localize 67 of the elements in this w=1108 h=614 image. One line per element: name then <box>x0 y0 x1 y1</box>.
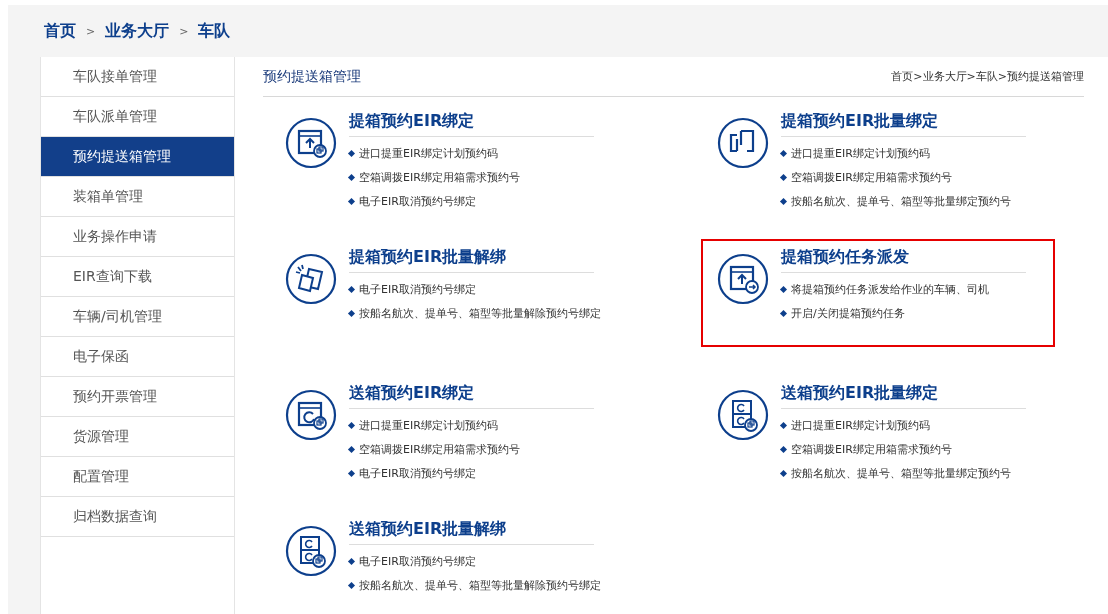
card-title[interactable]: 提箱预约EIR绑定 <box>349 111 594 137</box>
card-title[interactable]: 提箱预约EIR批量解绑 <box>349 247 594 273</box>
bullet-text: 电子EIR取消预约号绑定 <box>359 193 476 209</box>
bullet-text: 开启/关闭提箱预约任务 <box>791 305 905 321</box>
bullet-text: 空箱调拨EIR绑定用箱需求预约号 <box>791 169 952 185</box>
bullet-text: 按船名航次、提单号、箱型等批量解除预约号绑定 <box>359 577 601 593</box>
bullet-icon <box>347 469 356 477</box>
bullet-icon <box>347 557 356 565</box>
card-title[interactable]: 送箱预约EIR批量解绑 <box>349 519 594 545</box>
sidebar-item[interactable]: 预约提送箱管理 <box>41 137 234 177</box>
sidebar-item[interactable]: 车辆/司机管理 <box>41 297 234 337</box>
bullet-icon <box>347 421 356 429</box>
bullet-icon <box>779 285 788 293</box>
stacked-boxes-icon <box>285 525 337 577</box>
bullet-text: 进口提重EIR绑定计划预约码 <box>359 417 498 433</box>
bullet-icon <box>779 197 788 205</box>
sidebar-item[interactable]: 配置管理 <box>41 457 234 497</box>
bullet-text: 进口提重EIR绑定计划预约码 <box>791 417 930 433</box>
papers-icon <box>285 253 337 305</box>
sidebar-item[interactable]: 电子保函 <box>41 337 234 377</box>
sidebar-item[interactable]: 车队接单管理 <box>41 57 234 97</box>
bullet-text: 将提箱预约任务派发给作业的车辆、司机 <box>791 281 989 297</box>
page-path: 首页>业务大厅>车队>预约提送箱管理 <box>891 69 1084 84</box>
sidebar-item[interactable]: 货源管理 <box>41 417 234 457</box>
bullet-icon <box>347 285 356 293</box>
bullet-text: 电子EIR取消预约号绑定 <box>359 465 476 481</box>
breadcrumb-link[interactable]: 车队 <box>198 20 231 42</box>
sidebar-item[interactable]: EIR查询下载 <box>41 257 234 297</box>
bullet-icon <box>779 469 788 477</box>
sidebar-item[interactable]: 预约开票管理 <box>41 377 234 417</box>
bullet-text: 按船名航次、提单号、箱型等批量解除预约号绑定 <box>359 305 601 321</box>
breadcrumb-link[interactable]: 业务大厅 <box>105 20 170 42</box>
card-title[interactable]: 送箱预约EIR批量绑定 <box>781 383 1026 409</box>
breadcrumb-separator: > <box>86 24 96 38</box>
sidebar-item[interactable]: 业务操作申请 <box>41 217 234 257</box>
panel-title: 预约提送箱管理 <box>263 67 361 86</box>
bullet-icon <box>779 309 788 317</box>
bullet-icon <box>347 173 356 181</box>
linked-squares-icon <box>717 117 769 169</box>
breadcrumb-link[interactable]: 首页 <box>44 20 76 42</box>
card-title[interactable]: 提箱预约任务派发 <box>781 247 1026 273</box>
bullet-text: 按船名航次、提单号、箱型等批量绑定预约号 <box>791 465 1011 481</box>
bullet-icon <box>347 197 356 205</box>
bullet-icon <box>347 445 356 453</box>
bullet-text: 电子EIR取消预约号绑定 <box>359 281 476 297</box>
box-upload-icon <box>285 117 337 169</box>
bullet-text: 进口提重EIR绑定计划预约码 <box>359 145 498 161</box>
stacked-boxes-icon <box>717 389 769 441</box>
bullet-icon <box>779 149 788 157</box>
breadcrumb-separator: > <box>179 24 189 38</box>
bullet-text: 按船名航次、提单号、箱型等批量绑定预约号 <box>791 193 1011 209</box>
bullet-icon <box>779 421 788 429</box>
bullet-text: 空箱调拨EIR绑定用箱需求预约号 <box>359 169 520 185</box>
bullet-text: 空箱调拨EIR绑定用箱需求预约号 <box>791 441 952 457</box>
card-title[interactable]: 送箱预约EIR绑定 <box>349 383 594 409</box>
box-refresh-icon <box>285 389 337 441</box>
bullet-icon <box>347 149 356 157</box>
bullet-text: 进口提重EIR绑定计划预约码 <box>791 145 930 161</box>
bullet-icon <box>779 445 788 453</box>
bullet-icon <box>779 173 788 181</box>
card-title[interactable]: 提箱预约EIR批量绑定 <box>781 111 1026 137</box>
bullet-icon <box>347 581 356 589</box>
bullet-icon <box>347 309 356 317</box>
bullet-text: 电子EIR取消预约号绑定 <box>359 553 476 569</box>
bullet-text: 空箱调拨EIR绑定用箱需求预约号 <box>359 441 520 457</box>
sidebar-item[interactable]: 归档数据查询 <box>41 497 234 537</box>
sidebar-item[interactable]: 装箱单管理 <box>41 177 234 217</box>
